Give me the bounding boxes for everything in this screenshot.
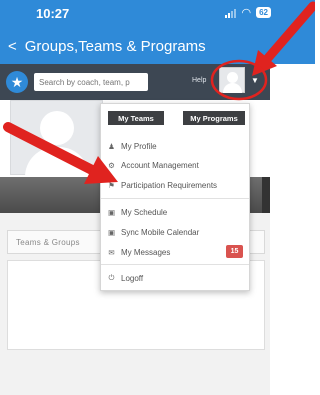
status-icons: ◠ 62 [225,6,271,19]
avatar-body-shape [223,83,242,93]
page-title: Groups,Teams & Programs [24,38,206,55]
avatar-head-shape [227,72,238,83]
menu-item-label: Logoff [121,273,144,283]
tab-teams-groups[interactable]: Teams & Groups [7,230,107,254]
star-logo-icon[interactable]: ★ [6,71,28,93]
menu-item-label: My Messages [121,247,171,257]
power-icon: ⏻ [108,273,115,282]
menu-item-my-messages[interactable]: ✉ My Messages [107,245,170,259]
menu-item-label: My Profile [121,141,157,151]
user-icon: ♟ [108,141,115,151]
banner-edge [262,177,270,213]
user-dropdown-menu: My Teams My Programs ♟ My Profile ⚙ Acco… [100,103,250,291]
menu-item-label: Participation Requirements [121,180,218,190]
envelope-icon: ✉ [108,247,115,257]
gear-icon: ⚙ [108,160,115,170]
calendar-icon: ▣ [107,207,116,217]
nav-title-group[interactable]: < Groups,Teams & Programs [8,38,206,55]
messages-count-badge: 15 [226,245,243,258]
my-teams-button[interactable]: My Teams [108,111,164,125]
menu-divider [101,264,249,265]
status-time: 10:27 [36,6,70,21]
menu-item-my-profile[interactable]: ♟ My Profile [107,139,157,153]
my-programs-button[interactable]: My Programs [183,111,245,125]
nav-bar: < Groups,Teams & Programs [0,30,315,64]
caret-down-icon[interactable]: ▼ [251,76,259,85]
user-avatar-button[interactable] [219,67,245,93]
search-input[interactable] [34,73,148,91]
back-chevron-icon[interactable]: < [8,38,17,55]
menu-divider [101,198,249,199]
menu-item-participation-requirements[interactable]: ⚑ Participation Requirements [107,178,217,192]
wifi-icon: ◠ [241,7,252,19]
menu-item-account-management[interactable]: ⚙ Account Management [107,158,199,172]
menu-item-my-schedule[interactable]: ▣ My Schedule [107,205,167,219]
signal-icon [225,8,237,18]
profile-photo-placeholder [10,100,103,177]
profile-body-shape [25,147,89,177]
status-bar: 10:27 ◠ 62 [0,0,315,30]
menu-item-logoff[interactable]: ⏻ Logoff [107,271,144,285]
menu-item-label: Sync Mobile Calendar [121,227,200,237]
menu-item-label: Account Management [121,160,199,170]
flag-icon: ⚑ [108,180,115,190]
profile-head-shape [40,111,74,145]
calendar-icon: ▣ [107,227,116,237]
menu-item-sync-mobile-calendar[interactable]: ▣ Sync Mobile Calendar [107,225,199,239]
help-link[interactable]: Help [192,77,206,84]
menu-item-label: My Schedule [121,207,168,217]
battery-icon: 62 [256,7,271,18]
